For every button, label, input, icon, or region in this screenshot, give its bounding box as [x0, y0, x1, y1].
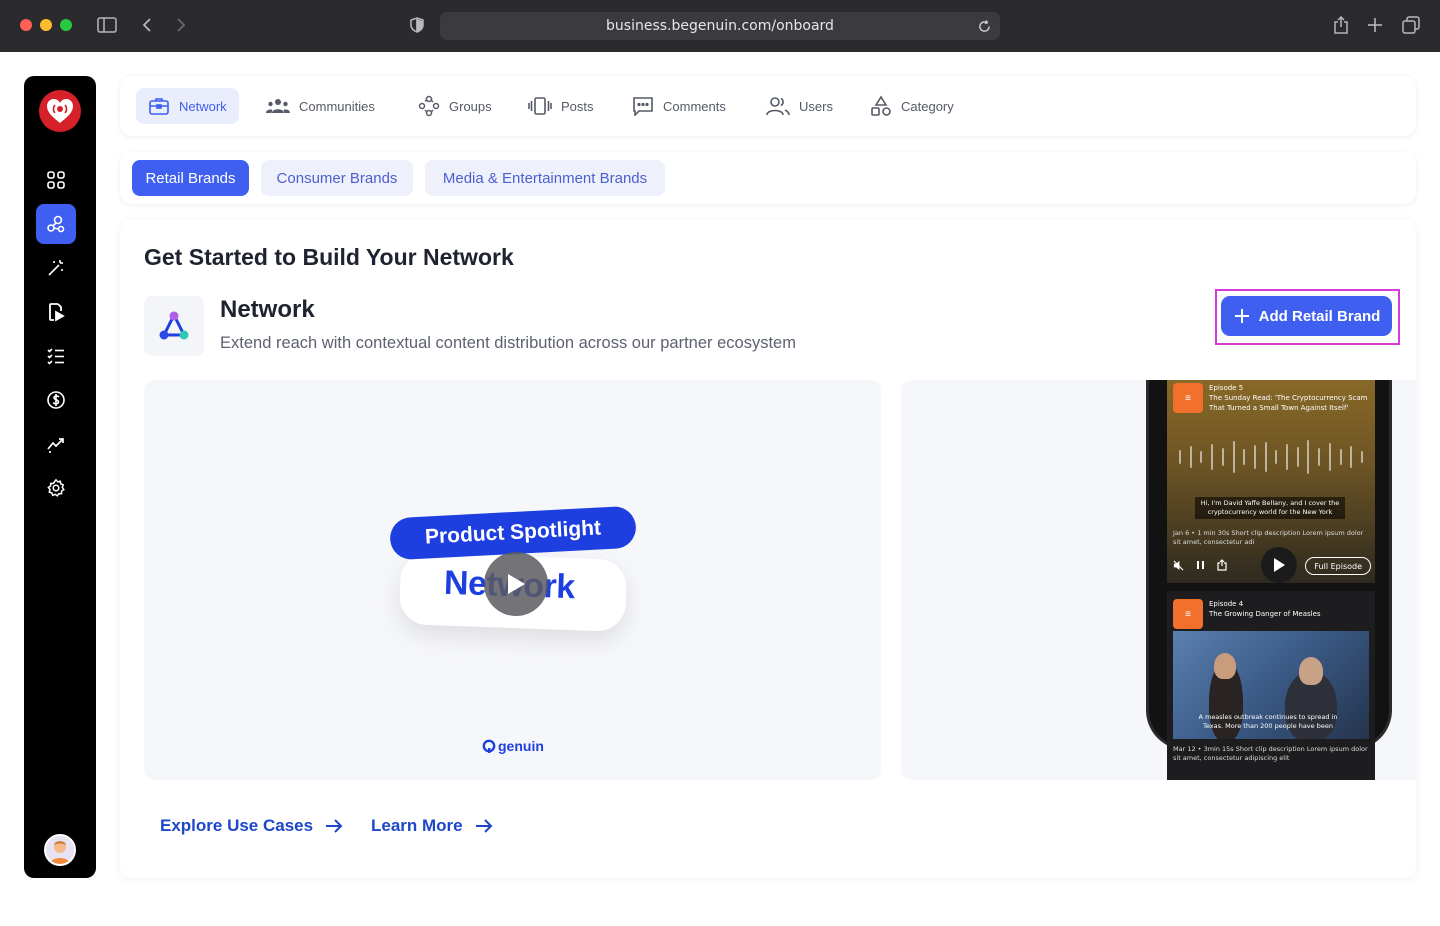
section-description: Extend reach with contextual content dis… [220, 334, 796, 352]
pause-icon[interactable] [1196, 560, 1205, 570]
briefcase-icon [149, 98, 169, 115]
tab-label: Posts [561, 98, 594, 114]
learn-more-link[interactable]: Learn More [371, 816, 493, 836]
new-tab-icon[interactable] [1362, 12, 1388, 38]
sidebar [24, 76, 96, 878]
episode-number: Episode 4 [1209, 600, 1244, 608]
podcast-thumb: ≡ [1173, 383, 1203, 413]
page-title: Get Started to Build Your Network [144, 244, 514, 270]
top-tab-bar: Network Communities Groups Posts Comment… [120, 76, 1416, 136]
episode-caption: A measles outbreak continues to spread i… [1198, 713, 1338, 730]
play-icon [1274, 558, 1285, 572]
tab-overview-icon[interactable] [1398, 12, 1424, 38]
episode-number: Episode 5 [1209, 384, 1244, 392]
reload-icon[interactable] [974, 16, 994, 36]
arrow-right-icon [326, 819, 343, 833]
audio-waveform [1179, 439, 1363, 475]
play-button[interactable] [484, 552, 548, 616]
checklist-icon[interactable] [36, 336, 76, 376]
minimize-window-button[interactable] [40, 19, 52, 31]
tab-label: Users [799, 98, 833, 114]
user-avatar[interactable] [44, 834, 76, 866]
genuin-logo: genuin [482, 738, 544, 754]
episode-caption: Hi, I'm David Yaffe Bellany, and I cover… [1195, 497, 1345, 519]
tab-comments[interactable]: Comments [620, 88, 738, 124]
browser-toolbar: business.begenuin.com/onboard [0, 0, 1440, 52]
privacy-shield-icon[interactable] [404, 12, 430, 38]
magic-wand-icon[interactable] [36, 248, 76, 288]
phone-play-button[interactable] [1261, 547, 1297, 583]
zoom-window-button[interactable] [60, 19, 72, 31]
sidebar-toggle-icon[interactable] [94, 12, 120, 38]
add-retail-brand-button[interactable]: Add Retail Brand [1221, 296, 1392, 336]
tab-communities[interactable]: Communities [254, 88, 387, 124]
network-card: Get Started to Build Your Network Networ… [120, 220, 1416, 878]
link-label: Learn More [371, 816, 463, 835]
forward-icon[interactable] [168, 12, 194, 38]
comment-icon [633, 97, 653, 116]
vibrate-icon [528, 97, 552, 115]
subtab-retail-brands[interactable]: Retail Brands [132, 160, 249, 196]
back-icon[interactable] [134, 12, 160, 38]
tab-label: Groups [449, 98, 492, 114]
phone-preview-panel: ≡ Episode 5 The Sunday Read: 'The Crypto… [901, 380, 1416, 780]
tab-posts[interactable]: Posts [516, 88, 606, 124]
url-text: business.begenuin.com/onboard [606, 18, 834, 34]
address-bar[interactable]: business.begenuin.com/onboard [440, 12, 1000, 40]
shapes-icon [871, 95, 891, 116]
subtab-media-brands[interactable]: Media & Entertainment Brands [425, 160, 665, 196]
episode-meta: Jan 6 • 1 min 30s Short clip description… [1173, 529, 1364, 546]
share-icon[interactable] [1328, 12, 1354, 38]
episode-card[interactable]: ≡ Episode 4 The Growing Danger of Measle… [1167, 591, 1375, 780]
episode-title: The Growing Danger of Measles [1209, 610, 1321, 618]
product-spotlight-video[interactable]: Network Product Spotlight genuin [144, 380, 881, 780]
tab-category[interactable]: Category [858, 88, 966, 124]
mute-icon[interactable] [1173, 560, 1184, 571]
podcast-thumb: ≡ [1173, 599, 1203, 629]
groups-icon [418, 95, 440, 117]
subtab-consumer-brands[interactable]: Consumer Brands [261, 160, 413, 196]
explore-use-cases-link[interactable]: Explore Use Cases [160, 816, 343, 836]
analytics-icon[interactable] [36, 424, 76, 464]
iheart-logo[interactable] [39, 90, 81, 132]
network-logo-icon [144, 296, 204, 356]
tab-users[interactable]: Users [754, 88, 845, 124]
tab-groups[interactable]: Groups [406, 88, 504, 124]
episode-title: The Sunday Read: 'The Cryptocurrency Sca… [1209, 394, 1368, 412]
add-button-label: Add Retail Brand [1258, 307, 1381, 325]
link-label: Explore Use Cases [160, 816, 314, 835]
dashboard-grid-icon[interactable] [36, 160, 76, 200]
network-nav-icon[interactable] [36, 204, 76, 244]
section-title: Network [220, 296, 315, 323]
episode-card[interactable]: ≡ Episode 5 The Sunday Read: 'The Crypto… [1167, 380, 1375, 583]
people-icon [266, 99, 290, 113]
brand-type-bar: Retail Brands Consumer Brands Media & En… [120, 152, 1416, 204]
full-episode-button[interactable]: Full Episode [1305, 557, 1371, 575]
arrow-right-icon [475, 819, 493, 833]
genuin-mark-icon [482, 739, 496, 753]
phone-screen: ≡ Episode 5 The Sunday Read: 'The Crypto… [1167, 380, 1375, 780]
episode-meta: Mar 12 • 3min 15s Short clip description… [1173, 745, 1368, 762]
close-window-button[interactable] [20, 19, 32, 31]
dollar-icon[interactable] [36, 380, 76, 420]
tab-network[interactable]: Network [136, 88, 239, 124]
tab-label: Category [901, 98, 954, 114]
tab-label: Communities [299, 98, 375, 114]
plus-icon [1234, 309, 1249, 323]
play-icon [508, 574, 525, 594]
tab-label: Comments [663, 98, 726, 114]
tab-label: Network [179, 98, 227, 114]
share-icon[interactable] [1217, 559, 1227, 571]
settings-gear-icon[interactable] [36, 468, 76, 508]
video-play-icon[interactable] [36, 292, 76, 332]
phone-mockup: ≡ Episode 5 The Sunday Read: 'The Crypto… [1146, 380, 1392, 780]
genuin-wordmark: genuin [498, 738, 544, 754]
users-icon [766, 97, 790, 116]
